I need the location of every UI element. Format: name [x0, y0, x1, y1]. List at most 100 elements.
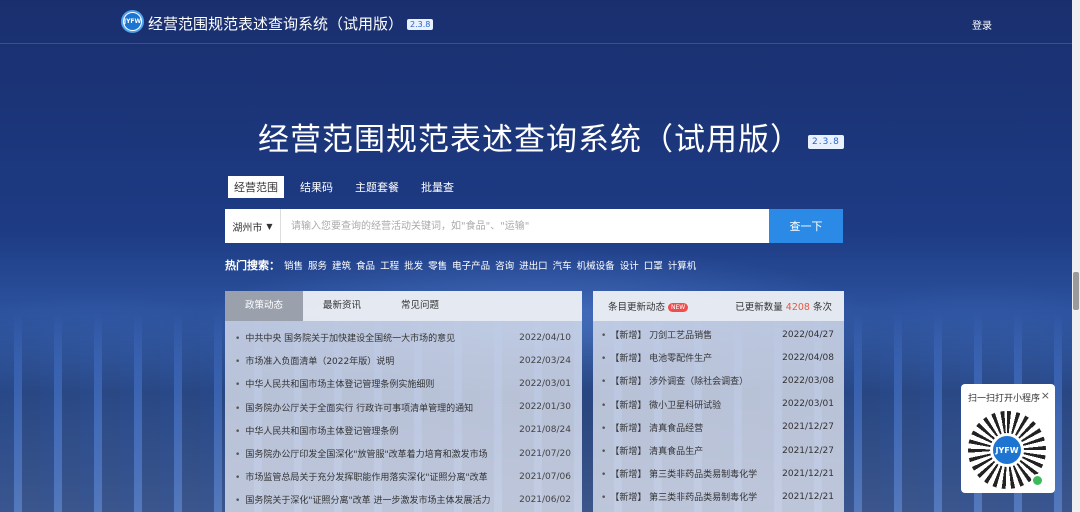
update-count-wrap: 已更新数量 4208 条次	[735, 299, 832, 313]
logo-text: JYFW	[124, 13, 141, 30]
tab-result-code[interactable]: 结果码	[294, 176, 339, 198]
hero-title-text: 经营范围规范表述查询系统（试用版）	[258, 122, 802, 158]
news-item-title: 国务院办公厅印发全国深化"放管服"改革着力培育和激发市场	[235, 447, 495, 460]
update-item[interactable]: 【新增】 清真食品生产 2021/12/27	[593, 439, 844, 462]
update-count-label: 已更新数量	[735, 302, 783, 313]
hot-search-item[interactable]: 口罩	[644, 258, 663, 272]
mini-program-popup: 扫一扫打开小程序 × JYFW	[961, 384, 1055, 493]
login-link[interactable]: 登录	[972, 17, 992, 32]
new-badge: NEW	[668, 303, 689, 312]
news-item[interactable]: 中华人民共和国市场主体登记管理条例 2021/08/24	[225, 419, 582, 442]
hot-search-item[interactable]: 机械设备	[577, 258, 615, 272]
news-item[interactable]: 市场监管总局关于充分发挥职能作用落实深化"证照分离"改革 2021/07/06	[225, 465, 582, 488]
hot-search-item[interactable]: 建筑	[332, 258, 351, 272]
page-scrollbar[interactable]	[1072, 0, 1080, 512]
hot-search-item[interactable]: 服务	[308, 258, 327, 272]
news-item[interactable]: 国务院关于深化"证照分离"改革 进一步激发市场主体发展活力 2021/06/02	[225, 488, 582, 511]
updates-title-wrap: 条目更新动态 NEW	[608, 299, 689, 313]
caret-down-icon: ▼	[266, 221, 273, 231]
update-item-title: 【新增】 清真食品经营	[601, 421, 776, 434]
news-item-title: 中华人民共和国市场主体登记管理条例实施细则	[235, 377, 495, 390]
updates-panel-header: 条目更新动态 NEW 已更新数量 4208 条次	[593, 291, 844, 321]
hot-search-item[interactable]: 设计	[620, 258, 639, 272]
news-item[interactable]: 国务院办公厅关于全面实行 行政许可事项清单管理的通知 2022/01/30	[225, 396, 582, 419]
hero-title: 经营范围规范表述查询系统（试用版） 2.3.8	[258, 114, 844, 159]
update-item[interactable]: 【新增】 涉外调查（除社会调查） 2022/03/08	[593, 369, 844, 392]
update-item-date: 2021/12/21	[782, 491, 834, 502]
hot-search-item[interactable]: 计算机	[668, 258, 697, 272]
tab-policy-news[interactable]: 政策动态	[225, 291, 303, 321]
city-dropdown-value: 湖州市	[232, 222, 263, 234]
hot-search-item[interactable]: 汽车	[553, 258, 572, 272]
search-bar: 湖州市▼ 查一下	[225, 209, 843, 243]
update-item[interactable]: 【新增】 刀剑工艺品销售 2022/04/27	[593, 323, 844, 346]
news-list: 中共中央 国务院关于加快建设全国统一大市场的意见 2022/04/10 市场准入负…	[225, 321, 582, 512]
hot-search-item[interactable]: 零售	[428, 258, 447, 272]
updates-list: 【新增】 刀剑工艺品销售 2022/04/27 【新增】 电池零配件生产 2022/…	[593, 321, 844, 509]
close-icon[interactable]: ×	[1041, 389, 1050, 402]
news-item-date: 2022/04/10	[519, 332, 571, 343]
top-bar: JYFW 经营范围规范表述查询系统（试用版） 2.3.8 登录	[0, 0, 1080, 44]
update-count-unit: 条次	[812, 302, 832, 313]
updates-panel: 条目更新动态NEW 已更新数量4208条次 【新增】 刀剑工艺品销售 2022/0…	[593, 291, 844, 512]
update-item-title: 【新增】 微小卫星科研试验	[601, 398, 776, 411]
news-item-title: 国务院关于深化"证照分离"改革 进一步激发市场主体发展活力	[235, 493, 495, 506]
site-title-text: 经营范围规范表述查询系统（试用版）	[148, 15, 404, 33]
version-badge: 2.3.8	[407, 19, 434, 30]
tab-batch-query[interactable]: 批量查	[415, 176, 460, 198]
scrollbar-thumb[interactable]	[1073, 272, 1079, 310]
wechat-mini-program-icon	[1031, 474, 1044, 487]
tab-latest-news[interactable]: 最新资讯	[303, 291, 381, 321]
news-item[interactable]: 中共中央 国务院关于加快建设全国统一大市场的意见 2022/04/10	[225, 326, 582, 349]
news-item-title: 市场准入负面清单（2022年版）说明	[235, 354, 495, 367]
hot-search-item[interactable]: 电子产品	[452, 258, 490, 272]
update-item-date: 2022/04/08	[782, 352, 834, 363]
update-item-title: 【新增】 第三类非药品类易制毒化学	[601, 467, 776, 480]
hot-search-item[interactable]: 食品	[356, 258, 375, 272]
site-title[interactable]: 经营范围规范表述查询系统（试用版） 2.3.8	[148, 13, 434, 34]
search-button[interactable]: 查一下	[769, 209, 843, 243]
update-item[interactable]: 【新增】 电池零配件生产 2022/04/08	[593, 346, 844, 369]
city-dropdown[interactable]: 湖州市 ▼	[225, 209, 281, 243]
update-item[interactable]: 【新增】 清真食品经营 2021/12/27	[593, 416, 844, 439]
hot-search-item[interactable]: 工程	[380, 258, 399, 272]
update-item-date: 2021/12/21	[782, 468, 834, 479]
news-item-date: 2021/06/02	[519, 494, 571, 505]
search-tabs: 经营范围 结果码 主题套餐 批量查	[228, 176, 470, 198]
news-item-title: 中共中央 国务院关于加快建设全国统一大市场的意见	[235, 331, 495, 344]
hot-search-item[interactable]: 咨询	[495, 258, 514, 272]
hot-search-item[interactable]: 进出口	[519, 258, 548, 272]
update-item[interactable]: 【新增】 微小卫星科研试验 2022/03/01	[593, 393, 844, 416]
update-item-date: 2021/12/27	[782, 445, 834, 456]
hot-searches: 热门搜索： 销售 服务 建筑 食品 工程 批发 零售 电子产品 咨询 进出口 汽…	[225, 257, 701, 273]
update-item-date: 2021/12/27	[782, 422, 834, 433]
news-item[interactable]: 中华人民共和国市场主体登记管理条例实施细则 2022/03/01	[225, 372, 582, 395]
news-item[interactable]: 市场准入负面清单（2022年版）说明 2022/03/24	[225, 349, 582, 372]
hot-searches-label: 热门搜索：	[225, 259, 280, 272]
update-item-date: 2022/04/27	[782, 329, 834, 340]
tab-theme-package[interactable]: 主题套餐	[349, 176, 405, 198]
tab-faq[interactable]: 常见问题	[381, 291, 459, 321]
logo-icon[interactable]: JYFW	[121, 10, 144, 33]
qr-code-icon: JYFW	[968, 411, 1046, 489]
tab-business-scope[interactable]: 经营范围	[228, 176, 284, 198]
search-input[interactable]	[281, 209, 769, 243]
news-item-date: 2022/03/01	[519, 378, 571, 389]
hot-search-item[interactable]: 销售	[284, 258, 303, 272]
news-item-date: 2022/01/30	[519, 402, 571, 413]
news-item[interactable]: 国务院办公厅印发全国深化"放管服"改革着力培育和激发市场 2021/07/20	[225, 442, 582, 465]
update-item[interactable]: 【新增】 第三类非药品类易制毒化学 2021/12/21	[593, 462, 844, 485]
news-panel: 政策动态 最新资讯 常见问题 中共中央 国务院关于加快建设全国统一大市场的意见 2…	[225, 291, 582, 512]
news-item-title: 国务院办公厅关于全面实行 行政许可事项清单管理的通知	[235, 401, 495, 414]
update-count: 4208	[785, 302, 810, 313]
update-item-title: 【新增】 电池零配件生产	[601, 351, 776, 364]
hot-search-item[interactable]: 批发	[404, 258, 423, 272]
news-item-title: 中华人民共和国市场主体登记管理条例	[235, 424, 495, 437]
news-item-title: 市场监管总局关于充分发挥职能作用落实深化"证照分离"改革	[235, 470, 495, 483]
update-item-title: 【新增】 涉外调查（除社会调查）	[601, 374, 776, 387]
update-item-date: 2022/03/08	[782, 375, 834, 386]
update-item-date: 2022/03/01	[782, 399, 834, 410]
news-item-date: 2021/07/20	[519, 448, 571, 459]
update-item[interactable]: 【新增】 第三类非药品类易制毒化学 2021/12/21	[593, 485, 844, 508]
update-item-title: 【新增】 清真食品生产	[601, 444, 776, 457]
